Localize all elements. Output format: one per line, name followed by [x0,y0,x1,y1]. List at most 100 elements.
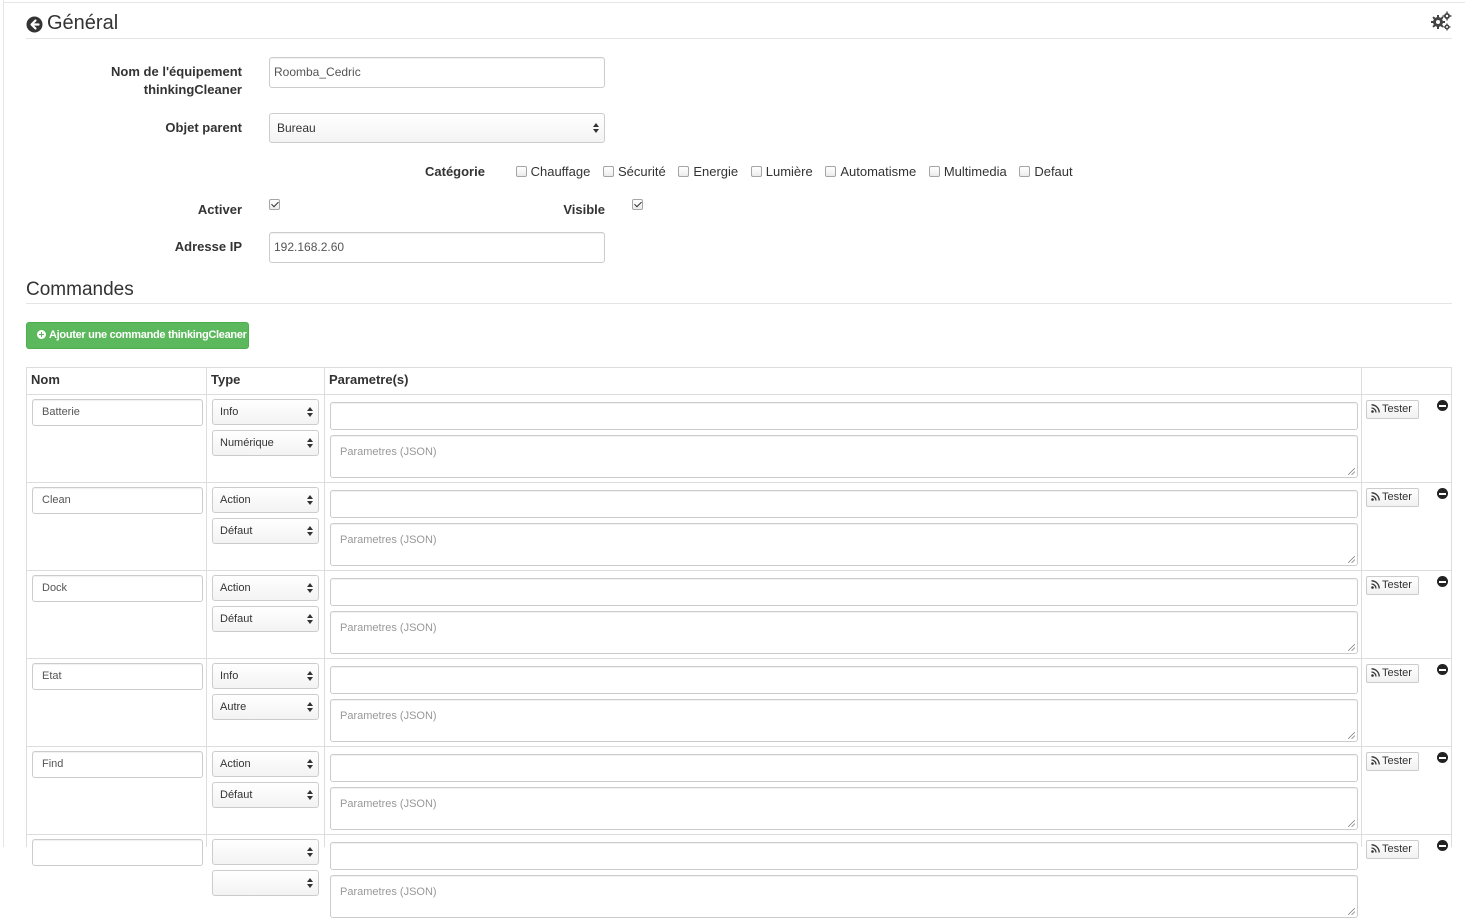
ip-address-input[interactable]: 192.168.2.60 [269,232,605,263]
command-params-json-textarea[interactable]: Parametres (JSON) [330,435,1358,478]
command-parameter-input[interactable] [330,754,1358,782]
category-multimedia[interactable]: Multimedia [928,163,1007,181]
equipment-name-input[interactable]: Roomba_Cedric [269,57,605,88]
command-name-input[interactable]: Dock [32,575,203,602]
tester-button[interactable]: Tester [1366,840,1419,859]
command-parameter-input[interactable] [330,666,1358,694]
params-placeholder: Parametres (JSON) [340,798,437,810]
tester-button[interactable]: Tester [1366,576,1419,595]
select-arrows-icon [307,702,313,712]
table-col-divider [1361,367,1362,847]
command-name-input[interactable]: Batterie [32,399,203,426]
general-legend: Général [26,11,1452,39]
tester-button[interactable]: Tester [1366,752,1419,771]
command-name-input[interactable]: Clean [32,487,203,514]
command-params-json-textarea[interactable]: Parametres (JSON) [330,699,1358,742]
category-checkbox[interactable] [678,166,690,178]
category-automatisme[interactable]: Automatisme [825,163,916,181]
command-type-select[interactable]: Info [212,399,319,425]
command-name-input[interactable] [32,839,203,866]
remove-command-icon[interactable] [1437,400,1448,411]
table-border-right [1451,367,1452,847]
command-parameter-input[interactable] [330,402,1358,430]
category-item-label: Automatisme [840,164,917,179]
command-subtype-select[interactable]: Défaut [212,606,319,632]
col-header-params: Parametre(s) [329,372,409,387]
command-parameter-input[interactable] [330,490,1358,518]
table-col-divider [324,367,325,847]
rss-icon [1371,756,1380,765]
remove-command-icon[interactable] [1437,752,1448,763]
category-securite[interactable]: Sécurité [602,163,666,181]
category-chauffage[interactable]: Chauffage [515,163,590,181]
category-checkbox[interactable] [515,166,527,178]
category-defaut[interactable]: Defaut [1019,163,1073,181]
command-params-json-textarea[interactable]: Parametres (JSON) [330,523,1358,566]
category-checkbox[interactable] [1019,166,1031,178]
activer-checkbox[interactable] [269,199,280,210]
gears-icon[interactable] [1430,11,1452,31]
command-type-value: Action [220,494,251,506]
select-arrows-icon [307,526,313,536]
command-params-json-textarea[interactable]: Parametres (JSON) [330,875,1358,918]
command-subtype-select[interactable]: Autre [212,694,319,720]
command-subtype-select[interactable]: Numérique [212,430,319,456]
remove-command-icon[interactable] [1437,488,1448,499]
command-subtype-select[interactable]: Défaut [212,782,319,808]
commands-title: Commandes [26,279,1452,304]
category-energie[interactable]: Energie [678,163,738,181]
resize-grip-icon[interactable] [1348,732,1355,739]
resize-grip-icon[interactable] [1348,644,1355,651]
table-col-divider [206,367,207,847]
command-type-select[interactable]: Action [212,751,319,777]
select-arrows-icon [307,583,313,593]
table-row-divider [26,834,1452,835]
parent-object-select[interactable]: Bureau [269,113,605,143]
category-lumiere[interactable]: Lumière [750,163,813,181]
tester-button[interactable]: Tester [1366,488,1419,507]
remove-command-icon[interactable] [1437,664,1448,675]
tester-label: Tester [1382,579,1412,591]
command-type-select[interactable]: Info [212,663,319,689]
command-type-select[interactable]: Action [212,487,319,513]
remove-command-icon[interactable] [1437,840,1448,851]
resize-grip-icon[interactable] [1348,908,1355,915]
command-params-json-textarea[interactable]: Parametres (JSON) [330,611,1358,654]
params-placeholder: Parametres (JSON) [340,710,437,722]
params-placeholder: Parametres (JSON) [340,534,437,546]
tester-button[interactable]: Tester [1366,664,1419,683]
plus-circle-icon [37,330,46,339]
resize-grip-icon[interactable] [1348,556,1355,563]
col-header-name: Nom [31,372,60,387]
category-checkbox[interactable] [750,166,762,178]
command-subtype-select[interactable] [212,870,319,896]
resize-grip-icon[interactable] [1348,468,1355,475]
select-arrows-icon [307,495,313,505]
command-name-input[interactable]: Etat [32,663,203,690]
select-arrows-icon [307,878,313,888]
rss-icon [1371,668,1380,677]
back-arrow-icon[interactable] [26,16,43,33]
resize-grip-icon[interactable] [1348,820,1355,827]
command-subtype-select[interactable]: Défaut [212,518,319,544]
command-parameter-input[interactable] [330,842,1358,870]
category-checkbox[interactable] [602,166,614,178]
command-type-select[interactable]: Action [212,575,319,601]
command-parameter-input[interactable] [330,578,1358,606]
command-name-input[interactable]: Find [32,751,203,778]
command-subtype-value: Autre [220,701,247,713]
category-item-label: Defaut [1034,164,1073,179]
command-type-select[interactable] [212,839,319,865]
category-item-label: Lumière [765,164,813,179]
category-checkbox[interactable] [825,166,837,178]
select-arrows-icon [307,759,313,769]
tester-label: Tester [1382,491,1412,503]
category-checkbox[interactable] [928,166,940,178]
remove-command-icon[interactable] [1437,576,1448,587]
visible-checkbox[interactable] [632,199,643,210]
add-command-button[interactable]: Ajouter une commande thinkingCleaner [26,322,249,349]
tester-button[interactable]: Tester [1366,400,1419,419]
rss-icon [1371,580,1380,589]
tester-label: Tester [1382,755,1412,767]
command-params-json-textarea[interactable]: Parametres (JSON) [330,787,1358,830]
